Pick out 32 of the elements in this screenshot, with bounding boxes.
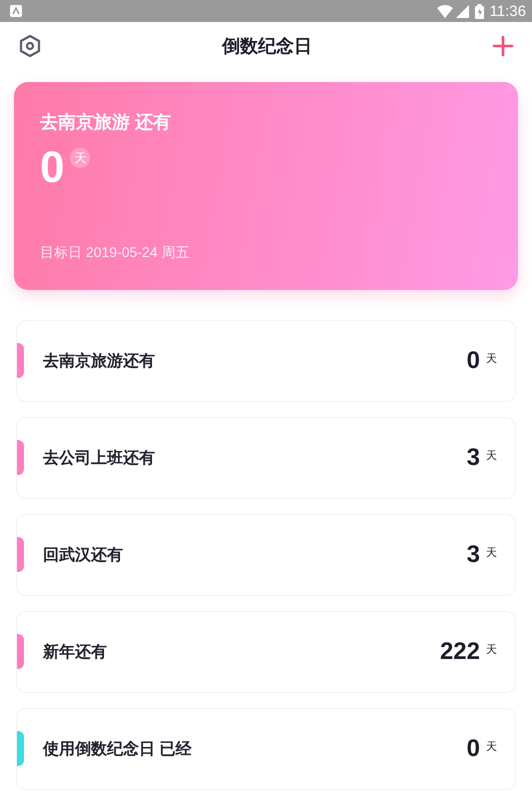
- wifi-icon: [436, 4, 453, 18]
- event-card[interactable]: 使用倒数纪念日 已经 0 天: [16, 708, 516, 790]
- days-count: 3: [466, 541, 480, 569]
- days-unit: 天: [486, 352, 497, 366]
- days-count: 0: [466, 735, 480, 763]
- event-card[interactable]: 新年还有 222 天: [16, 611, 516, 693]
- days-unit: 天: [486, 449, 497, 463]
- notification-icon: [10, 5, 22, 17]
- add-button[interactable]: [492, 35, 514, 57]
- event-title: 使用倒数纪念日 已经: [43, 740, 192, 760]
- days-count: 0: [40, 146, 64, 190]
- clock-time: 11:36: [490, 2, 526, 20]
- app-title: 倒数纪念日: [222, 35, 312, 58]
- days-count: 0: [466, 347, 480, 375]
- event-title: 去南京旅游还有: [43, 351, 156, 372]
- event-card[interactable]: 回武汉还有 3 天: [16, 514, 516, 596]
- days-unit: 天: [70, 148, 90, 168]
- card-title: 去南京旅游 还有: [40, 111, 172, 134]
- battery-icon: [474, 4, 484, 18]
- event-title: 新年还有: [43, 642, 108, 662]
- days-unit: 天: [486, 643, 497, 657]
- event-card[interactable]: 去公司上班还有 3 天: [16, 417, 516, 499]
- days-unit: 天: [486, 546, 497, 560]
- days-unit: 天: [486, 740, 497, 754]
- days-count: 3: [466, 444, 480, 472]
- target-date: 目标日 2019-05-24 周五: [40, 244, 190, 262]
- signal-icon: [456, 4, 469, 18]
- event-card[interactable]: 去南京旅游还有 0 天: [16, 320, 516, 402]
- settings-button[interactable]: [18, 34, 42, 58]
- event-title: 回武汉还有: [43, 546, 124, 566]
- event-title: 去公司上班还有: [43, 448, 156, 468]
- days-count: 222: [440, 638, 480, 666]
